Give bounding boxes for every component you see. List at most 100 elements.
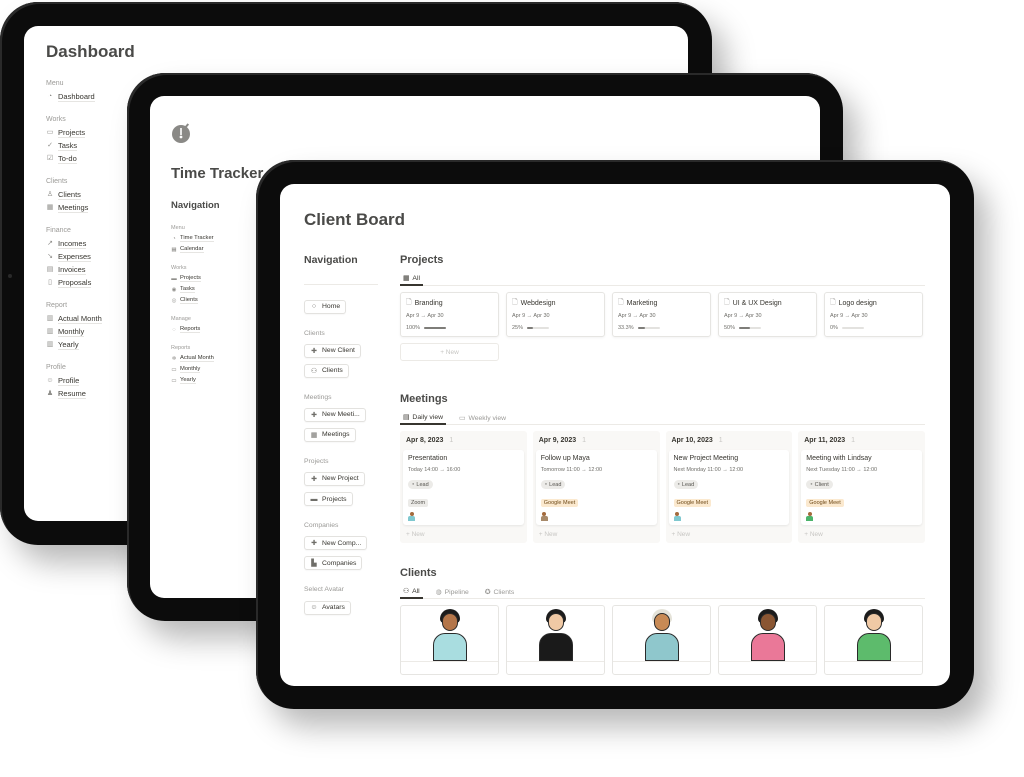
project-card[interactable]: 🗋 Webdesign Apr 9 → Apr 30 25% <box>506 292 605 337</box>
tab-all[interactable]: ⚇ All <box>400 585 423 599</box>
new-meeting-button[interactable]: + New <box>403 525 524 538</box>
check-badge-icon: ✪ <box>484 589 491 596</box>
meetings-tabs: ▤ Daily view ▭ Weekly view <box>400 411 925 425</box>
project-progress: 0% <box>830 325 917 331</box>
sidebar-item-resume[interactable]: ♟ Resume <box>46 387 135 400</box>
sidebar-item-expenses[interactable]: ↘ Expenses <box>46 250 135 263</box>
nav-button-new-project[interactable]: ✚ New Project <box>304 471 365 486</box>
plus-circle-icon: ✚ <box>311 540 317 547</box>
nav-button-row: ▬ Projects <box>304 488 378 509</box>
tab-pipeline[interactable]: ◍ Pipeline <box>433 585 472 599</box>
sidebar-item-monthly[interactable]: ▭ Monthly <box>171 364 263 375</box>
project-card[interactable]: 🗋 UI & UX Design Apr 9 → Apr 30 50% <box>718 292 817 337</box>
sidebar-item-profile[interactable]: ☺ Profile <box>46 374 135 387</box>
new-meeting-button[interactable]: + New <box>669 525 790 538</box>
column-header: Apr 11, 2023 1 <box>801 435 922 450</box>
nav-button-meetings[interactable]: ▦ Meetings <box>304 427 356 442</box>
sidebar-item-tasks[interactable]: ✓ Tasks <box>46 139 135 152</box>
person-illustration <box>537 609 575 661</box>
user-icon: ♙ <box>46 190 54 198</box>
sidebar-item-clients[interactable]: ♙ Clients <box>46 188 135 201</box>
platform-tag: Google Meet <box>673 499 711 507</box>
new-project-button[interactable]: + New <box>400 343 499 361</box>
status-badge: Lead <box>408 480 433 489</box>
tab-clients[interactable]: ✪ Clients <box>482 585 517 599</box>
status-badge: Lead <box>673 480 699 489</box>
nav-button-new-comp[interactable]: ✚ New Comp... <box>304 536 368 550</box>
project-name-row: 🗋 Marketing <box>618 298 705 309</box>
folder-icon: ▬ <box>310 495 318 503</box>
tab-daily-view[interactable]: ▤ Daily view <box>400 411 447 425</box>
nav-button-label: New Meeti... <box>322 411 360 418</box>
nav-button-avatars[interactable]: ☺ Avatars <box>304 600 351 615</box>
sidebar-item-to-do[interactable]: ☑ To-do <box>46 152 135 165</box>
column-header: Apr 8, 2023 1 <box>403 435 524 450</box>
sidebar-item-yearly[interactable]: ▥ Yearly <box>46 338 135 351</box>
sidebar-item-proposals[interactable]: ▯ Proposals <box>46 276 135 289</box>
sidebar-item-label: Expenses <box>58 251 91 262</box>
client-illustration <box>825 606 922 662</box>
sidebar-item-label: Monthly <box>180 366 201 373</box>
nav-section-label: Companies <box>304 522 339 529</box>
sidebar-item-tasks[interactable]: ◉ Tasks <box>171 284 263 295</box>
meetings-board: Apr 8, 2023 1 Presentation Today 14:00 → 16… <box>400 431 925 543</box>
sidebar-item-actual-month[interactable]: ✲ Actual Month <box>171 353 263 364</box>
sidebar-item-projects[interactable]: ▬ Projects <box>171 273 263 284</box>
sidebar-item-calendar[interactable]: ▦ Calendar <box>171 244 263 255</box>
sidebar-item-monthly[interactable]: ▥ Monthly <box>46 325 135 338</box>
sidebar-item-incomes[interactable]: ↗ Incomes <box>46 237 135 250</box>
person-face <box>865 613 882 631</box>
project-card[interactable]: 🗋 Branding Apr 9 → Apr 30 100% <box>400 292 499 337</box>
client-illustration <box>613 606 710 662</box>
platform-row: Zoom <box>408 491 519 509</box>
progress-label: 0% <box>830 325 838 331</box>
calendar-icon: ▭ <box>171 377 177 384</box>
tab-label: Clients <box>493 588 515 596</box>
nav-button-new-meeti[interactable]: ✚ New Meeti... <box>304 407 366 422</box>
meeting-card[interactable]: Meeting with Lindsay Next Tuesday 11:00 →… <box>801 450 922 525</box>
client-card[interactable] <box>718 605 817 675</box>
new-meeting-button[interactable]: + New <box>536 525 657 538</box>
client-card[interactable] <box>506 605 605 675</box>
section-label: Menu <box>171 225 185 231</box>
nav-button-projects[interactable]: ▬ Projects <box>304 492 353 506</box>
project-card[interactable]: 🗋 Logo design Apr 9 → Apr 30 0% <box>824 292 923 337</box>
platform-tag: Google Meet <box>806 499 844 507</box>
progress-bar-fill <box>527 327 533 329</box>
tab-all[interactable]: ▦ All <box>400 272 423 286</box>
meeting-card[interactable]: Presentation Today 14:00 → 16:00 Lead Zoom <box>403 450 524 525</box>
avatar-body <box>408 516 415 521</box>
sidebar-item-dashboard[interactable]: ◔ Dashboard <box>46 90 135 103</box>
sidebar-item-clients[interactable]: ◎ Clients <box>171 295 263 306</box>
person-illustration <box>749 609 787 661</box>
sidebar-item-time-tracker[interactable]: ◔ Time Tracker <box>171 233 263 244</box>
sidebar-item-projects[interactable]: ▭ Projects <box>46 126 135 139</box>
sidebar-item-actual-month[interactable]: ▥ Actual Month <box>46 312 135 325</box>
sidebar-item-invoices[interactable]: ▤ Invoices <box>46 263 135 276</box>
avatar <box>408 512 415 521</box>
nav-button-clients[interactable]: ⚇ Clients <box>304 363 349 378</box>
client-card[interactable] <box>612 605 711 675</box>
meeting-card[interactable]: Follow up Maya Tomorrow 11:00 → 12:00 Lead… <box>535 450 657 525</box>
meeting-card[interactable]: New Project Meeting Next Monday 11:00 → 1… <box>668 450 790 525</box>
sidebar-item-label: Tasks <box>58 140 78 151</box>
client-card[interactable] <box>400 605 499 675</box>
sidebar-item-yearly[interactable]: ▭ Yearly <box>171 375 263 386</box>
nav-button-new-client[interactable]: ✚ New Client <box>304 343 361 358</box>
avatar <box>540 512 548 521</box>
document-icon: 🗋 <box>618 299 624 306</box>
client-card[interactable] <box>824 605 923 675</box>
home-button[interactable]: ○ Home <box>304 299 347 314</box>
sidebar-item-reports[interactable]: ◌ Reports <box>171 324 263 335</box>
new-meeting-button[interactable]: + New <box>801 525 922 538</box>
tab-weekly-view[interactable]: ▭ Weekly view <box>456 411 509 425</box>
sidebar-item-meetings[interactable]: ▦ Meetings <box>46 201 135 214</box>
nav-button-companies[interactable]: ▙ Companies <box>304 556 363 570</box>
platform-tag: Zoom <box>408 499 429 507</box>
section-label: Menu <box>46 80 64 87</box>
timer-icon: ◔ <box>172 235 176 242</box>
folder-icon: ▬ <box>171 275 177 282</box>
progress-bar <box>841 327 864 329</box>
camera-dot <box>8 274 12 278</box>
project-card[interactable]: 🗋 Marketing Apr 9 → Apr 30 33.3% <box>612 292 711 337</box>
